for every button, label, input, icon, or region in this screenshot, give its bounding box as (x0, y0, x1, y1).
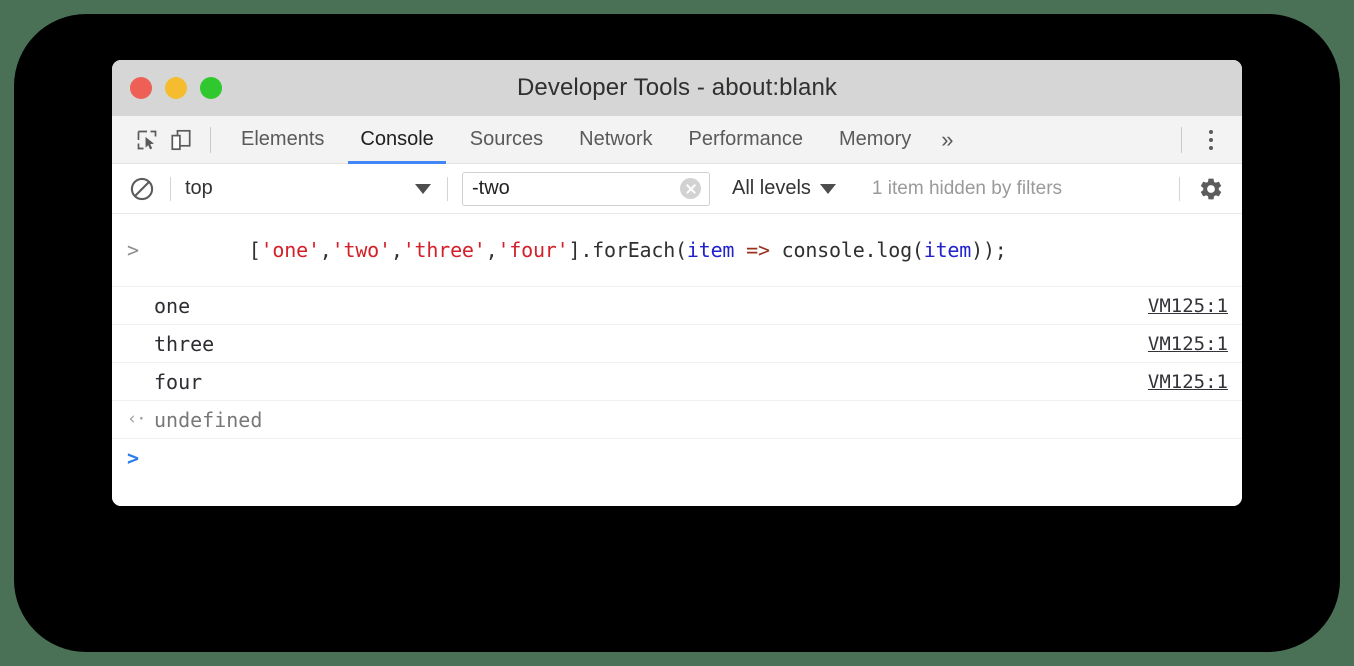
tab-network[interactable]: Network (561, 116, 670, 164)
result-value: undefined (154, 408, 262, 432)
console-input-expression: ['one','two','three','four'].forEach(ite… (154, 214, 1007, 286)
toolbar-divider (210, 127, 211, 153)
no-entry-icon[interactable] (128, 175, 156, 203)
log-source-link[interactable]: VM125:1 (1148, 295, 1228, 317)
traffic-light-group (130, 60, 222, 116)
chevron-down-icon (415, 184, 431, 194)
window-title: Developer Tools - about:blank (112, 60, 1242, 116)
prompt-arrow-icon: > (127, 448, 154, 468)
log-message: four (154, 370, 202, 394)
console-input-row[interactable]: > ['one','two','three','four'].forEach(i… (112, 214, 1242, 287)
console-result-row[interactable]: ‹· undefined (112, 401, 1242, 439)
filterbar-right-group (1165, 172, 1242, 206)
devtools-tabbar: Elements Console Sources Network Perform… (112, 116, 1242, 164)
log-source-link[interactable]: VM125:1 (1148, 371, 1228, 393)
result-arrow-icon: ‹· (127, 411, 154, 428)
more-tabs-icon[interactable]: » (929, 116, 965, 164)
tabbar-right-group (1169, 123, 1242, 157)
input-arrow-icon: > (127, 240, 154, 260)
filterbar-divider-2 (447, 177, 448, 201)
filterbar-divider-3 (1179, 177, 1180, 201)
console-message-list: > ['one','two','three','four'].forEach(i… (112, 214, 1242, 506)
kebab-menu-icon[interactable] (1194, 123, 1228, 157)
log-source-link[interactable]: VM125:1 (1148, 333, 1228, 355)
clear-input-icon[interactable] (680, 178, 701, 199)
console-prompt-row[interactable]: > (112, 439, 1242, 477)
console-log-row[interactable]: one VM125:1 (112, 287, 1242, 325)
tab-elements[interactable]: Elements (223, 116, 342, 164)
log-level-value: All levels (732, 177, 811, 200)
console-filter-input[interactable]: -two (462, 172, 710, 206)
log-message: three (154, 332, 214, 356)
execution-context-dropdown[interactable]: top (185, 174, 433, 204)
tab-performance[interactable]: Performance (671, 116, 822, 164)
tab-sources[interactable]: Sources (452, 116, 561, 164)
filterbar-divider-1 (170, 177, 171, 201)
filter-input-value: -two (463, 177, 680, 200)
log-message: one (154, 294, 190, 318)
console-filter-toolbar: top -two All levels 1 item hidden by fil… (112, 164, 1242, 214)
inspect-element-icon[interactable] (130, 123, 164, 157)
zoom-window-button[interactable] (200, 77, 222, 99)
devtools-window: Developer Tools - about:blank Elements C… (112, 60, 1242, 506)
close-window-button[interactable] (130, 77, 152, 99)
tabbar-divider-right (1181, 127, 1182, 153)
tab-console[interactable]: Console (342, 116, 451, 164)
hidden-items-message: 1 item hidden by filters (872, 178, 1062, 200)
console-log-row[interactable]: four VM125:1 (112, 363, 1242, 401)
log-level-dropdown[interactable]: All levels (732, 177, 838, 200)
console-log-row[interactable]: three VM125:1 (112, 325, 1242, 363)
tab-memory[interactable]: Memory (821, 116, 929, 164)
window-titlebar: Developer Tools - about:blank (112, 60, 1242, 116)
execution-context-value: top (185, 177, 415, 200)
device-toolbar-icon[interactable] (164, 123, 198, 157)
chevron-down-icon (820, 184, 836, 194)
minimize-window-button[interactable] (165, 77, 187, 99)
gear-icon[interactable] (1194, 172, 1228, 206)
